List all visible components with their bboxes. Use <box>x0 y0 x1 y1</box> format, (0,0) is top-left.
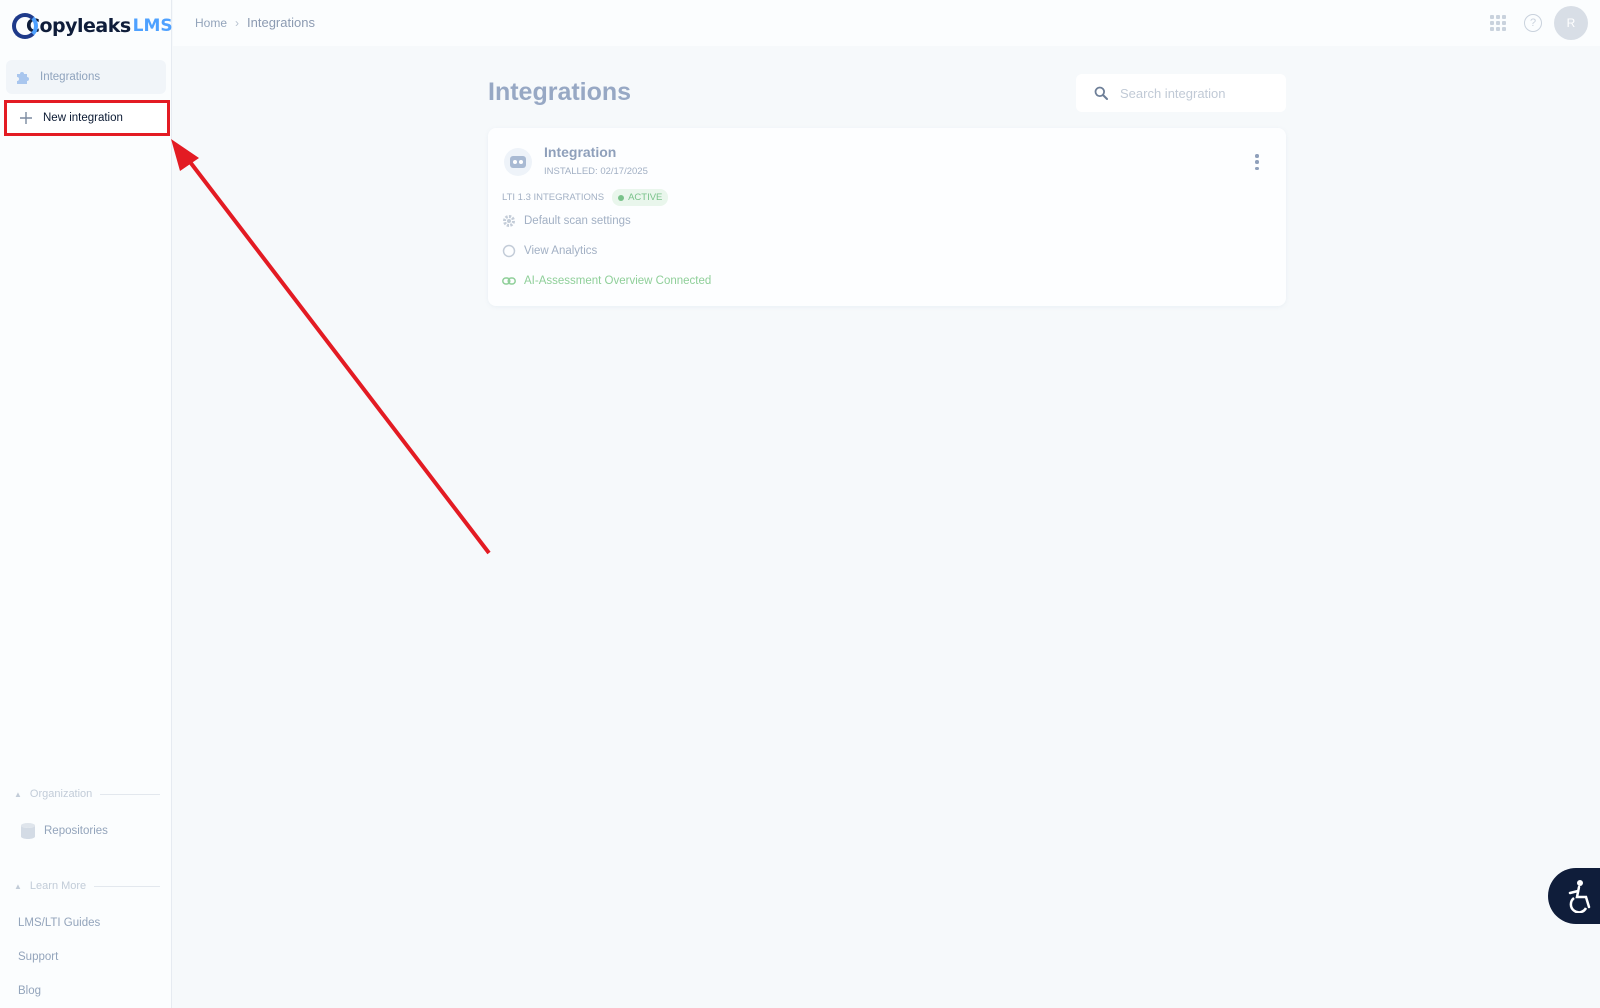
search-input[interactable] <box>1120 85 1270 101</box>
gear-icon <box>502 214 516 228</box>
status-dot-icon <box>618 194 625 201</box>
sidebar-item-integrations[interactable]: Integrations <box>6 60 166 94</box>
analytics-circle-icon <box>502 244 516 258</box>
sidebar-item-repositories[interactable]: Repositories <box>20 822 108 840</box>
breadcrumb-current: Integrations <box>247 15 315 30</box>
integration-title: Integration <box>544 144 617 160</box>
plus-icon <box>17 109 35 127</box>
integration-logo-icon <box>504 148 532 176</box>
integration-type: LTI 1.3 INTEGRATIONS <box>502 192 605 203</box>
section-divider <box>94 885 160 887</box>
sidebar-item-label: Integrations <box>40 71 101 83</box>
top-bar-actions: ? R <box>1490 6 1588 40</box>
link-label: View Analytics <box>524 245 598 257</box>
integration-card[interactable]: Integration INSTALLED: 02/17/2025 LTI 1.… <box>488 128 1286 306</box>
chevron-right-icon: › <box>235 15 240 30</box>
sidebar-item-label: Repositories <box>44 825 108 837</box>
view-analytics-link[interactable]: View Analytics <box>502 244 597 258</box>
chevron-up-icon: ▲ <box>14 881 22 891</box>
section-title: Learn More <box>29 880 87 892</box>
section-divider <box>100 793 160 795</box>
search-box[interactable] <box>1076 74 1286 112</box>
logo-brand-name: Copyleaks <box>26 15 131 37</box>
sidebar-item-new-integration[interactable]: New integration <box>4 100 170 136</box>
blog-link[interactable]: Blog <box>18 985 41 997</box>
section-title: Organization <box>29 788 93 800</box>
lms-lti-guides-link[interactable]: LMS/LTI Guides <box>18 917 100 929</box>
database-icon <box>21 823 35 839</box>
search-icon <box>1094 86 1108 100</box>
integration-type-row: LTI 1.3 INTEGRATIONS ACTIVE <box>502 189 669 206</box>
breadcrumb-home[interactable]: Home <box>195 16 227 30</box>
installed-date: INSTALLED: 02/17/2025 <box>544 166 648 177</box>
puzzle-icon <box>14 68 32 86</box>
support-link[interactable]: Support <box>18 951 58 963</box>
link-label: Default scan settings <box>524 215 631 227</box>
page-title: Integrations <box>488 78 632 106</box>
top-bar: Home › Integrations ? R <box>173 0 1600 46</box>
breadcrumb: Home › Integrations <box>195 15 315 30</box>
default-scan-settings-link[interactable]: Default scan settings <box>502 214 631 228</box>
ai-assessment-connected-link[interactable]: AI-Assessment Overview Connected <box>502 274 711 288</box>
accessibility-button[interactable] <box>1548 868 1600 924</box>
link-label: AI-Assessment Overview Connected <box>524 275 712 287</box>
logo-mark <box>12 13 38 39</box>
organization-section-header[interactable]: ▲ Organization <box>14 788 160 800</box>
accessibility-icon <box>1568 880 1591 913</box>
help-icon[interactable]: ? <box>1524 14 1542 32</box>
logo-brand-suffix: LMS <box>132 16 173 36</box>
sidebar: Copyleaks LMS Integrations New integrati… <box>0 0 173 1008</box>
learn-more-section-header[interactable]: ▲ Learn More <box>14 880 160 892</box>
app-grid-icon[interactable] <box>1490 15 1506 31</box>
status-badge: ACTIVE <box>612 189 669 206</box>
avatar[interactable]: R <box>1554 6 1588 40</box>
status-text: ACTIVE <box>628 192 663 203</box>
link-icon <box>502 274 516 288</box>
more-options-icon[interactable] <box>1254 154 1260 170</box>
sidebar-item-label: New integration <box>43 112 123 124</box>
chevron-up-icon: ▲ <box>14 789 22 799</box>
copyleaks-logo[interactable]: Copyleaks LMS <box>12 12 173 40</box>
